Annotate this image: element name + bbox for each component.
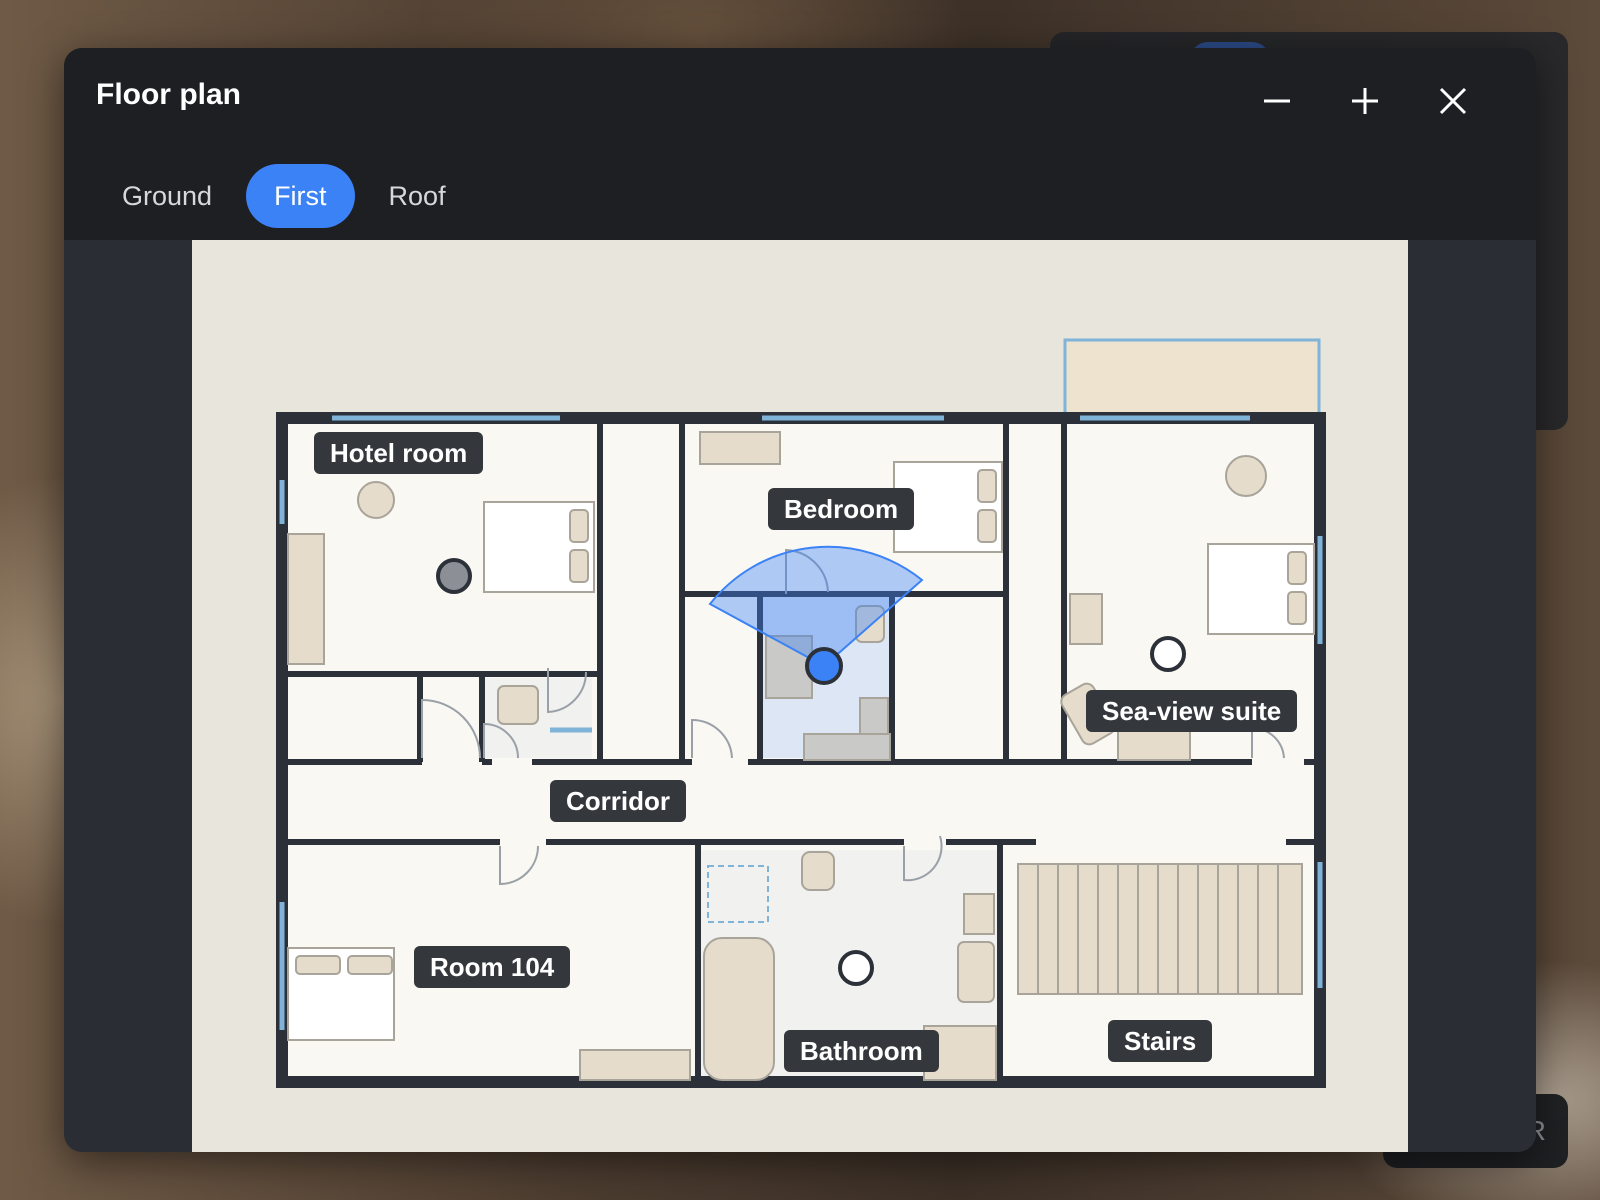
modal-header: Floor plan Ground First Roof bbox=[64, 48, 1536, 240]
room-label-bedroom: Bedroom bbox=[768, 488, 915, 530]
room-label-corridor: Corridor bbox=[550, 780, 686, 822]
floor-plan-canvas[interactable]: Hotel room Bedroom Sea-view suite Corrid… bbox=[192, 240, 1408, 1152]
plus-icon bbox=[1352, 88, 1378, 114]
visited-spot-marker[interactable] bbox=[436, 558, 472, 594]
minus-icon bbox=[1264, 99, 1290, 103]
spot-marker[interactable] bbox=[838, 950, 874, 986]
room-label-room-104: Room 104 bbox=[414, 946, 571, 988]
room-label-bathroom: Bathroom bbox=[784, 1030, 939, 1072]
floor-plan-modal: Floor plan Ground First Roof Hotel room … bbox=[64, 48, 1536, 1152]
close-button[interactable] bbox=[1426, 74, 1480, 128]
balcony bbox=[1063, 338, 1321, 418]
zoom-in-button[interactable] bbox=[1338, 74, 1392, 128]
room-label-stairs: Stairs bbox=[1108, 1020, 1213, 1062]
close-icon bbox=[1439, 87, 1467, 115]
staircase bbox=[1017, 863, 1303, 995]
tab-first[interactable]: First bbox=[246, 164, 355, 228]
room-label-hotel-room: Hotel room bbox=[314, 432, 484, 474]
spot-marker[interactable] bbox=[1150, 636, 1186, 672]
zoom-out-button[interactable] bbox=[1250, 74, 1304, 128]
current-position-marker bbox=[805, 647, 843, 685]
modal-title: Floor plan bbox=[96, 78, 241, 111]
tab-ground[interactable]: Ground bbox=[94, 164, 240, 228]
tab-roof[interactable]: Roof bbox=[361, 164, 474, 228]
room-label-sea-view-suite: Sea-view suite bbox=[1086, 690, 1298, 732]
floor-tabs: Ground First Roof bbox=[94, 164, 474, 228]
